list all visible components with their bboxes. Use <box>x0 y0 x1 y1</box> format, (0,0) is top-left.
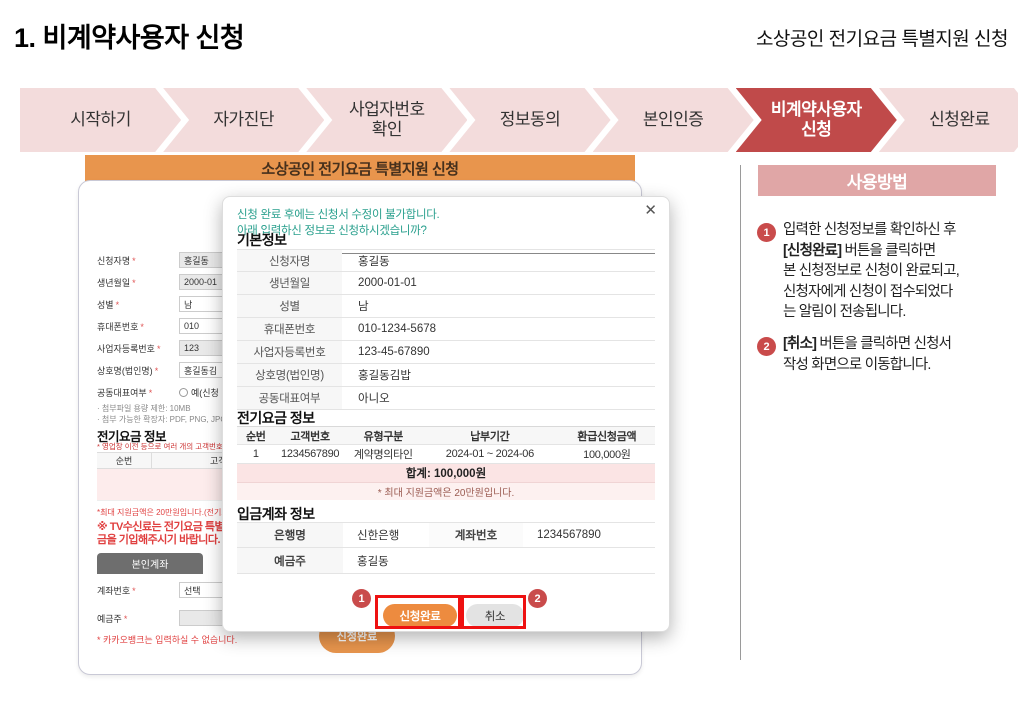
required-mark: * <box>155 366 159 376</box>
field-label: 성별* <box>97 298 179 311</box>
fee-info-title: 전기요금 정보 <box>237 408 655 428</box>
required-mark: * <box>116 300 120 310</box>
table-row: 예금주 홍길동 <box>237 548 655 574</box>
field-label: 상호명(법인명)* <box>97 364 179 377</box>
fee-max-note: * 최대 지원금액은 20만원입니다. <box>237 483 655 500</box>
table-row: 신청자명홍길동 <box>237 249 655 272</box>
guide-page: 1. 비계약사용자 신청 소상공인 전기요금 특별지원 신청 시작하기 자가진단… <box>0 0 1018 703</box>
kakaobank-note: * 카카오뱅크는 입력하실 수 없습니다. <box>97 633 237 646</box>
page-subtitle: 소상공인 전기요금 특별지원 신청 <box>756 24 1008 51</box>
step-complete: 신청완료 <box>879 88 1018 152</box>
max-support-note: *최대 지원금액은 20만원입니다.(전기요 <box>97 507 229 518</box>
col-seq: 순번 <box>97 453 151 468</box>
table-row: 은행명 신한은행 계좌번호 1234567890 <box>237 522 655 548</box>
required-mark: * <box>132 278 136 288</box>
annotation-box-complete <box>375 595 461 629</box>
step-consent: 정보동의 <box>449 88 610 152</box>
annotation-box-cancel <box>461 595 526 629</box>
fee-data-row: 1 1234567890 계약명의타인 2024-01 ~ 2024-06 10… <box>237 445 655 464</box>
field-label: 휴대폰번호* <box>97 320 179 333</box>
field-label: 예금주* <box>97 612 179 625</box>
tv-fee-note-line2: 금을 기입해주시기 바랍니다. <box>97 531 220 547</box>
step-noncontract-apply: 비계약사용자 신청 <box>736 88 897 152</box>
annotation-badge-2: 2 <box>528 589 547 608</box>
required-mark: * <box>149 388 153 398</box>
attachment-ext-note: · 첨부 가능한 확장자: PDF, PNG, JPG <box>97 414 227 425</box>
basic-info-table: 신청자명홍길동 생년월일2000-01-01 성별남 휴대폰번호010-1234… <box>237 249 655 410</box>
close-icon[interactable]: ✕ <box>644 203 657 218</box>
field-label: 사업자등록번호* <box>97 342 179 355</box>
usage-header: 사용방법 <box>758 165 996 196</box>
deposit-account-table: 은행명 신한은행 계좌번호 1234567890 예금주 홍길동 <box>237 522 655 574</box>
form-title-banner: 소상공인 전기요금 특별지원 신청 <box>85 155 635 182</box>
instruction-text-2: [취소] 버튼을 클릭하면 신청서 작성 화면으로 이동합니다. <box>783 334 1011 375</box>
annotation-badge-1: 1 <box>352 589 371 608</box>
deposit-account-title: 입금계좌 정보 <box>237 504 655 524</box>
field-label: 생년월일* <box>97 276 179 289</box>
instruction-text-1: 입력한 신청정보를 확인하신 후 [신청완료] 버튼을 클릭하면 본 신청정보로… <box>783 220 1011 323</box>
table-row: 휴대폰번호010-1234-5678 <box>237 318 655 341</box>
step-self-check: 자가진단 <box>163 88 324 152</box>
radio-icon <box>179 388 188 397</box>
own-account-tab[interactable]: 본인계좌 <box>97 553 203 574</box>
confirm-modal: ✕ 신청 완료 후에는 신청서 수정이 불가합니다. 아래 입력하신 정보로 신… <box>222 196 670 632</box>
step-progress-bar: 시작하기 자가진단 사업자번호 확인 정보동의 본인인증 비계약사용자 신청 신… <box>20 88 1018 152</box>
table-row: 성별남 <box>237 295 655 318</box>
step-start: 시작하기 <box>20 88 181 152</box>
table-row: 상호명(법인명)홍길동김밥 <box>237 364 655 387</box>
attachment-note: · 첨부파일 용량 제한: 10MB <box>97 403 191 414</box>
fee-total-row: 합계: 100,000원 <box>237 464 655 483</box>
page-title: 1. 비계약사용자 신청 <box>14 16 244 55</box>
fee-info-table: 순번 고객번호 유형구분 납부기간 환급신청금액 1 1234567890 계약… <box>237 426 655 500</box>
field-label: 공동대표여부* <box>97 386 179 399</box>
required-mark: * <box>157 344 161 354</box>
fee-header-row: 순번 고객번호 유형구분 납부기간 환급신청금액 <box>237 426 655 445</box>
instruction-badge-2: 2 <box>757 337 776 356</box>
field-label: 신청자명* <box>97 254 179 267</box>
step-identity: 본인인증 <box>593 88 754 152</box>
required-mark: * <box>124 614 128 624</box>
required-mark: * <box>132 586 136 596</box>
table-row: 생년월일2000-01-01 <box>237 272 655 295</box>
table-row: 공동대표여부아니오 <box>237 387 655 410</box>
field-label: 계좌번호* <box>97 584 179 597</box>
required-mark: * <box>140 322 144 332</box>
table-row: 사업자등록번호123-45-67890 <box>237 341 655 364</box>
required-mark: * <box>132 256 136 266</box>
instruction-badge-1: 1 <box>757 223 776 242</box>
step-business-number: 사업자번호 확인 <box>306 88 467 152</box>
vertical-divider <box>740 165 741 660</box>
fee-section-note: * 영업장 이전 등으로 여러 개의 고객번호를 <box>97 441 230 452</box>
